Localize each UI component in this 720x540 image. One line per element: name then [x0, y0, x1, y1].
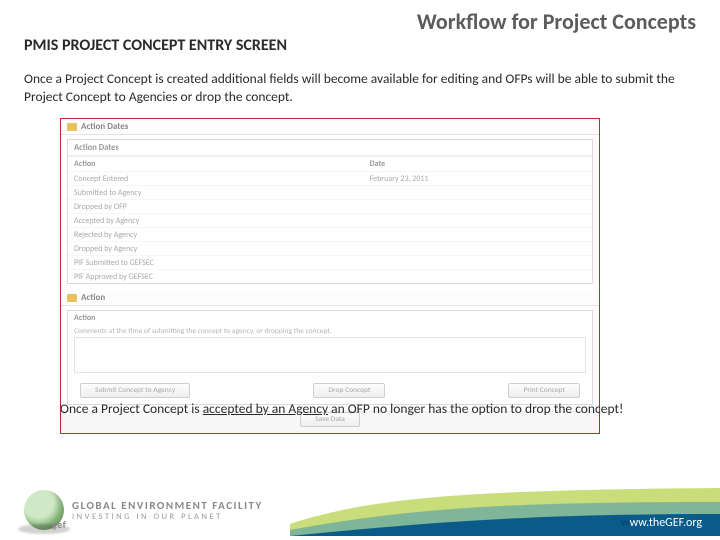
table-row: Submitted to Agency	[68, 186, 592, 200]
gef-logo: gef GLOBAL ENVIRONMENT FACILITY INVESTIN…	[24, 490, 263, 530]
closing-underlined: accepted by an Agency	[203, 400, 328, 417]
gef-wordmark: gef	[52, 518, 66, 531]
submit-concept-button[interactable]: Submit Concept to Agency	[80, 383, 190, 398]
action-dates-panel: Action Dates Action Date Concept Entered…	[67, 139, 593, 284]
panel-title-label: Action	[81, 292, 105, 303]
action-subheader: Action	[68, 311, 592, 325]
brand-line1: GLOBAL ENVIRONMENT FACILITY	[72, 499, 263, 512]
slide-title: Workflow for Project Concepts	[417, 8, 696, 35]
col-action: Action	[68, 157, 364, 172]
closing-paragraph: Once a Project Concept is accepted by an…	[60, 400, 640, 418]
folder-icon	[67, 123, 77, 131]
comment-textarea[interactable]	[74, 337, 586, 373]
panel-action-dates-header: Action Dates	[61, 119, 599, 135]
footer-url: www.theGEF.org	[621, 516, 702, 530]
intro-paragraph: Once a Project Concept is created additi…	[24, 70, 680, 106]
table-row: Dropped by OFP	[68, 200, 592, 214]
table-row: Concept EnteredFebruary 23, 2011	[68, 172, 592, 186]
action-dates-title: Action Dates	[68, 140, 592, 156]
table-row: PIF Approved by GEFSEC	[68, 270, 592, 284]
col-date: Date	[364, 157, 592, 172]
table-row: Accepted by Agency	[68, 214, 592, 228]
action-dates-table: Action Date Concept EnteredFebruary 23, …	[68, 156, 592, 283]
url-rest: ww.theGEF.org	[630, 516, 702, 530]
table-row: Rejected by Agency	[68, 228, 592, 242]
table-row: Dropped by Agency	[68, 242, 592, 256]
folder-icon	[67, 294, 77, 302]
brand-line2: INVESTING IN OUR PLANET	[72, 512, 263, 522]
embedded-screenshot: Action Dates Action Dates Action Date Co…	[60, 118, 600, 434]
print-concept-button[interactable]: Print Concept	[508, 383, 580, 398]
closing-pre: Once a Project Concept is	[60, 400, 203, 417]
closing-post: an OFP no longer has the option to drop …	[328, 400, 623, 417]
drop-concept-button[interactable]: Drop Concept	[313, 383, 385, 398]
table-row: PIF Submitted to GEFSEC	[68, 256, 592, 270]
action-panel: Action Comments at the time of submittin…	[67, 310, 593, 405]
comment-label: Comments at the time of submitting the c…	[68, 325, 592, 337]
panel-action-header: Action	[61, 290, 599, 306]
url-w: w	[621, 516, 630, 530]
section-title: PMIS PROJECT CONCEPT ENTRY SCREEN	[24, 36, 287, 55]
slide-footer: gef GLOBAL ENVIRONMENT FACILITY INVESTIN…	[0, 474, 720, 536]
panel-title-label: Action Dates	[81, 121, 128, 132]
